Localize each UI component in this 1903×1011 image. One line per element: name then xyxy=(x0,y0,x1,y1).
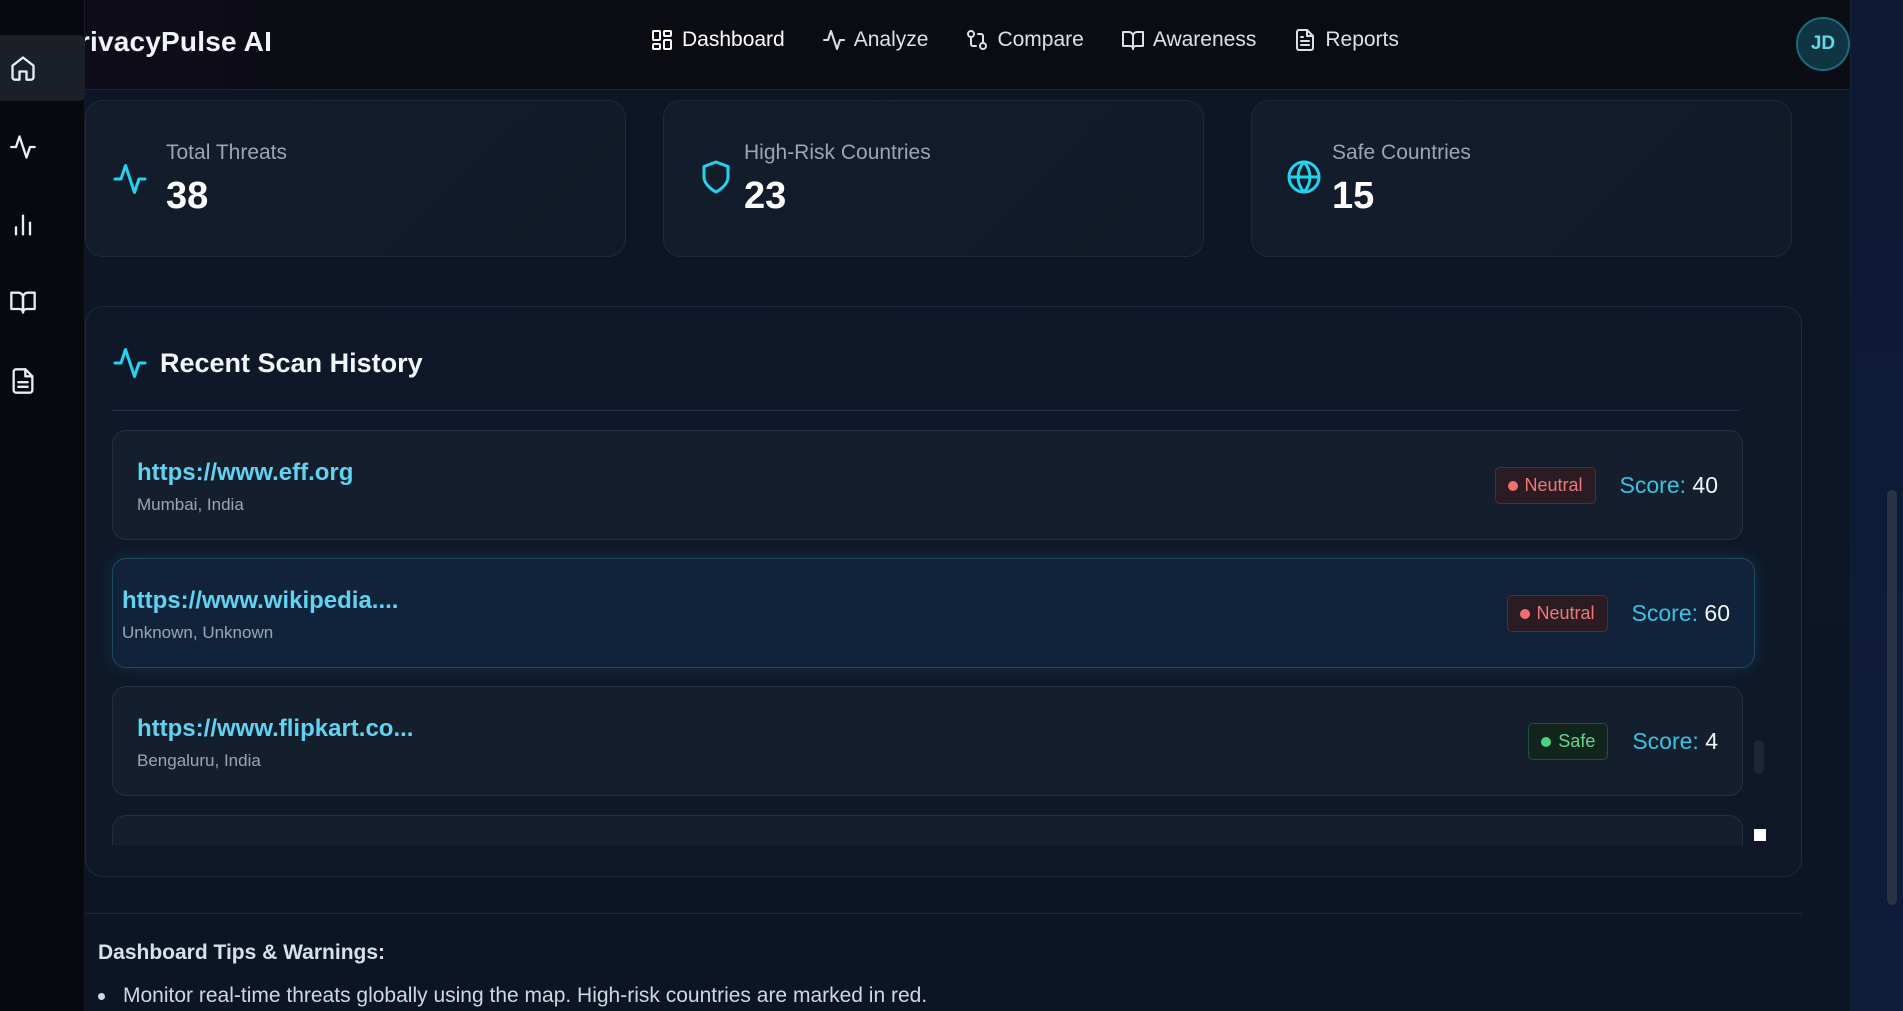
history-title-text: Recent Scan History xyxy=(160,347,423,378)
file-text-icon xyxy=(1296,29,1315,51)
sidebar xyxy=(0,0,85,1011)
stat-value: 38 xyxy=(166,175,209,217)
status-badge: Safe xyxy=(1528,723,1609,760)
score-label: Score: xyxy=(1619,472,1687,498)
scan-url-link[interactable]: https://www.eff.org xyxy=(137,459,353,487)
score: Score: 40 xyxy=(1620,472,1718,499)
scan-url-link[interactable]: https://www.wikipedia.... xyxy=(122,587,398,615)
scan-url-link[interactable]: https://www.flipkart.co... xyxy=(137,715,413,743)
avatar[interactable]: JD xyxy=(1796,17,1850,71)
bullet xyxy=(98,993,105,1000)
score: Score: 60 xyxy=(1632,600,1730,627)
book-icon xyxy=(10,291,36,314)
brand-title: PrivacyPulse AI xyxy=(60,26,273,57)
stat-card-total-threats: Total Threats 38 xyxy=(85,100,626,257)
scan-row[interactable]: https://www.flipkart.co... Bengaluru, In… xyxy=(112,686,1743,796)
sidebar-item-stats[interactable] xyxy=(0,192,85,258)
tips-title: Dashboard Tips & Warnings: xyxy=(98,941,386,964)
tip-text: Monitor real-time threats globally using… xyxy=(123,984,928,1007)
scan-location: Bengaluru, India xyxy=(137,751,261,770)
score-label: Score: xyxy=(1631,600,1699,626)
status-text: Neutral xyxy=(1536,603,1595,623)
stat-value: 15 xyxy=(1332,175,1375,217)
page-scrollbar-thumb[interactable] xyxy=(1887,490,1897,905)
nav-analyze[interactable]: Analyze xyxy=(822,28,929,52)
status-dot xyxy=(1519,608,1530,619)
score-value: 4 xyxy=(1705,728,1718,754)
sidebar-item-home[interactable] xyxy=(0,35,85,101)
scan-location: Mumbai, India xyxy=(137,495,244,514)
nav-awareness-label: Awareness xyxy=(1152,28,1257,51)
activity-icon xyxy=(822,30,845,50)
bar-chart-icon xyxy=(14,214,32,236)
nav-awareness[interactable]: Awareness xyxy=(1121,28,1257,52)
stat-value: 23 xyxy=(744,175,787,217)
sidebar-item-analyze[interactable] xyxy=(0,114,85,180)
dashboard-icon xyxy=(652,30,672,50)
scan-row[interactable]: https://www.wikipedia.... Unknown, Unkno… xyxy=(112,558,1755,668)
section-title: Recent Scan History xyxy=(112,345,423,381)
stat-card-safe-countries: Safe Countries 15 xyxy=(1251,100,1792,257)
tip-item: Monitor real-time threats globally using… xyxy=(98,984,927,1008)
scan-location: Unknown, Unknown xyxy=(122,623,274,642)
nav-reports-label: Reports xyxy=(1325,28,1399,51)
score-value: 40 xyxy=(1692,472,1718,498)
globe-icon xyxy=(1287,160,1321,194)
score-label: Score: xyxy=(1632,728,1699,754)
activity-icon xyxy=(10,135,36,159)
file-text-icon xyxy=(12,368,34,394)
shield-icon xyxy=(702,160,730,194)
scan-row-partial[interactable] xyxy=(112,815,1743,845)
activity-icon xyxy=(113,348,147,378)
nav-compare[interactable]: Compare xyxy=(965,28,1084,52)
divider xyxy=(112,410,1739,411)
nav-dashboard[interactable]: Dashboard xyxy=(650,28,785,52)
book-icon xyxy=(1121,31,1144,50)
list-scrollbar-thumb[interactable] xyxy=(1754,740,1764,774)
sidebar-item-reports[interactable] xyxy=(0,348,85,414)
activity-icon xyxy=(113,164,147,194)
scan-history-panel: Recent Scan History https://www.eff.org … xyxy=(85,306,1802,877)
nav-dashboard-label: Dashboard xyxy=(682,28,785,51)
stat-label: Safe Countries xyxy=(1332,141,1471,164)
scan-meta: Safe Score: 4 xyxy=(1528,723,1718,760)
stat-label: High-Risk Countries xyxy=(744,141,931,164)
scan-meta: Neutral Score: 40 xyxy=(1494,467,1718,504)
status-dot xyxy=(1541,736,1552,747)
sidebar-item-awareness[interactable] xyxy=(0,269,85,335)
top-navbar: PrivacyPulse AI Dashboard Analyze Compar… xyxy=(0,0,1850,90)
compare-icon xyxy=(967,30,988,50)
home-icon xyxy=(11,56,35,81)
score-value: 60 xyxy=(1704,600,1730,626)
status-badge: Neutral xyxy=(1506,595,1608,632)
main-nav: Dashboard Analyze Compare Awareness Repo… xyxy=(650,28,1399,52)
nav-analyze-label: Analyze xyxy=(853,28,929,51)
score: Score: 4 xyxy=(1632,728,1718,755)
status-text: Neutral xyxy=(1524,475,1583,495)
resize-handle[interactable] xyxy=(1754,829,1766,841)
status-badge: Neutral xyxy=(1494,467,1596,504)
nav-compare-label: Compare xyxy=(997,28,1084,51)
stat-card-high-risk: High-Risk Countries 23 xyxy=(663,100,1204,257)
status-dot xyxy=(1507,480,1518,491)
stat-label: Total Threats xyxy=(166,141,288,164)
status-text: Safe xyxy=(1558,731,1596,751)
scan-row[interactable]: https://www.eff.org Mumbai, India Neutra… xyxy=(112,430,1743,540)
nav-reports[interactable]: Reports xyxy=(1293,28,1399,52)
divider xyxy=(85,913,1802,914)
scan-meta: Neutral Score: 60 xyxy=(1506,595,1730,632)
